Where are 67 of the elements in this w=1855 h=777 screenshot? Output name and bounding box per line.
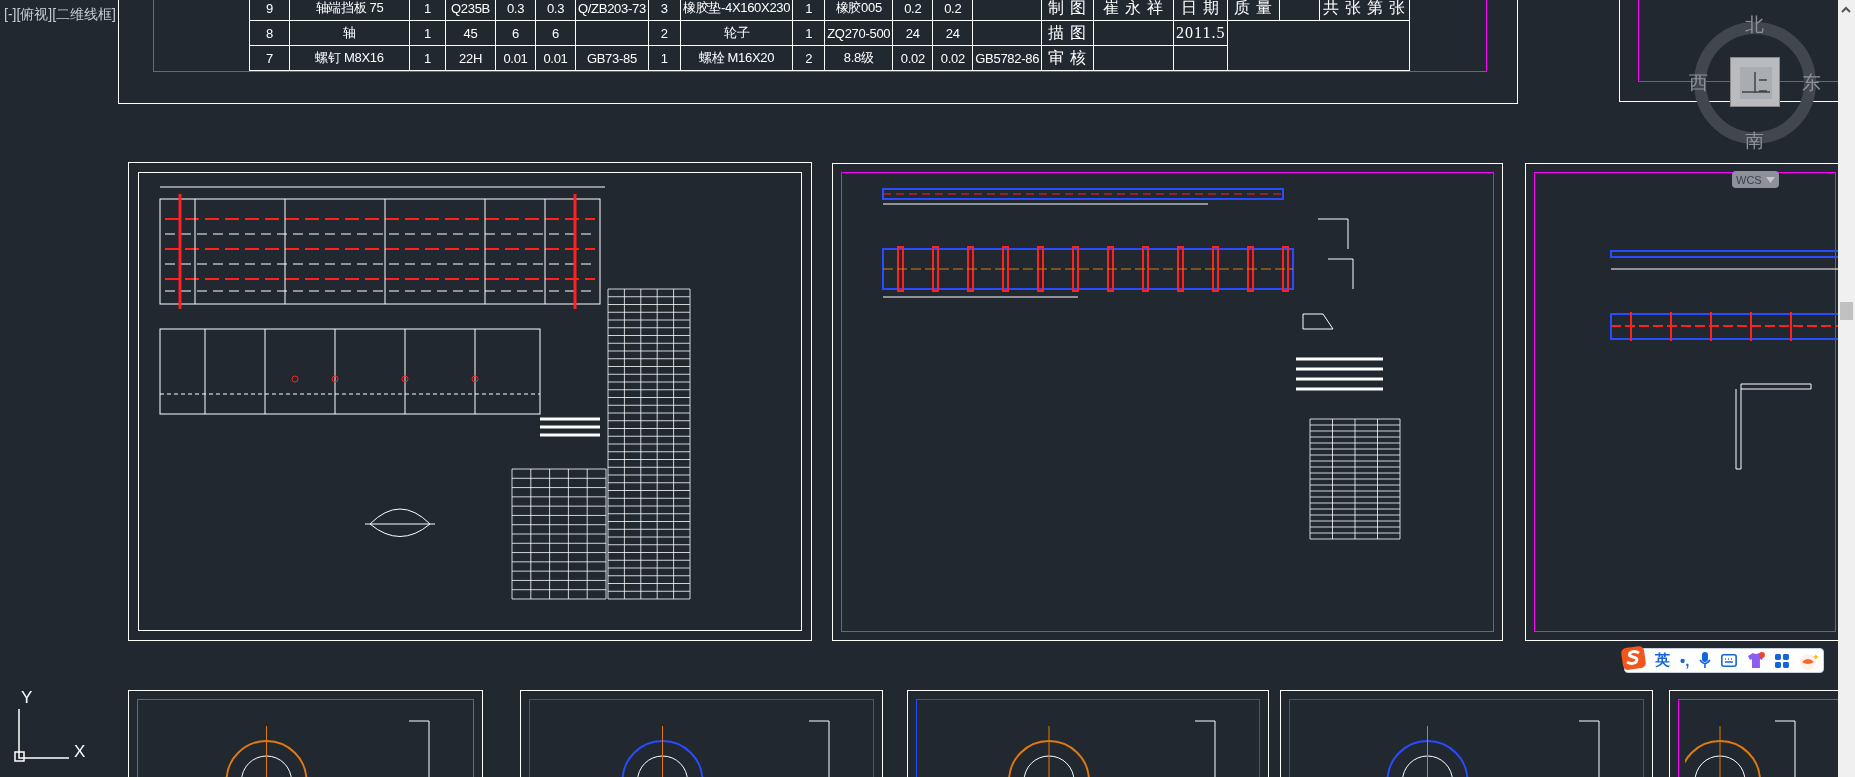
table-cell: 0.3 bbox=[535, 0, 576, 21]
table-cell: 2 bbox=[648, 20, 681, 46]
table-cell: 1 bbox=[409, 45, 446, 71]
table-cell: Q/ZB203-73 bbox=[575, 0, 649, 21]
ucs-axes-icon bbox=[14, 707, 70, 763]
table-cell: 0.3 bbox=[495, 0, 536, 21]
keyboard-icon[interactable] bbox=[1721, 654, 1738, 667]
table-cell: 螺钉 M8X16 bbox=[289, 45, 410, 71]
compass-label[interactable]: 西 bbox=[1689, 70, 1708, 96]
table-cell: 1 bbox=[409, 0, 446, 21]
compass-label[interactable]: 南 bbox=[1745, 128, 1764, 154]
logo-icon[interactable] bbox=[1621, 645, 1647, 671]
table-cell: 6 bbox=[535, 20, 576, 46]
table-cell: 6 bbox=[495, 20, 536, 46]
viewport-label[interactable]: [-][俯视][二维线框] bbox=[4, 6, 116, 24]
table-cell: Q235B bbox=[445, 0, 496, 21]
table-cell: 1 bbox=[792, 0, 825, 21]
table-cell: 2011.5 bbox=[1173, 20, 1228, 46]
axis-label: X bbox=[74, 742, 86, 762]
scrollbar-thumb[interactable] bbox=[1840, 302, 1853, 320]
table-cell: 0.2 bbox=[892, 0, 933, 21]
table-cell: 共 张 第 张 bbox=[1320, 0, 1410, 21]
compass-label[interactable]: 东 bbox=[1802, 70, 1821, 96]
table-cell: 22H bbox=[445, 45, 496, 71]
table-cell: 0.2 bbox=[932, 0, 973, 21]
table-cell: 45 bbox=[445, 20, 496, 46]
table-cell: 轴端挡板 75 bbox=[289, 0, 410, 21]
compass-label[interactable]: 北 bbox=[1745, 12, 1764, 38]
table-cell: 审 核 bbox=[1041, 45, 1094, 71]
shirt-icon[interactable] bbox=[1747, 652, 1766, 669]
table-cell: GB73-85 bbox=[575, 45, 649, 71]
table-cell: 1 bbox=[409, 20, 446, 46]
table-cell: 1 bbox=[648, 45, 681, 71]
mascot-icon[interactable] bbox=[1799, 651, 1819, 670]
table-cell: ZQ270-500 bbox=[824, 20, 893, 46]
table-cell: 8.8级 bbox=[824, 45, 893, 71]
table-cell: 0.01 bbox=[535, 45, 576, 71]
axis-label: Y bbox=[21, 688, 33, 708]
view-cube-face[interactable] bbox=[1730, 57, 1780, 107]
table-cell: 0.02 bbox=[892, 45, 933, 71]
table-cell: 1 bbox=[792, 20, 825, 46]
table-cell: 日 期 bbox=[1173, 0, 1228, 21]
table-cell: 橡胶垫-4X160X230 bbox=[680, 0, 793, 21]
table-cell: 2 bbox=[792, 45, 825, 71]
table-cell: 0.02 bbox=[932, 45, 973, 71]
table-cell: 9 bbox=[249, 0, 290, 21]
scroll-up-icon[interactable] bbox=[1841, 6, 1851, 13]
table-cell: 橡胶005 bbox=[824, 0, 893, 21]
grid-icon[interactable] bbox=[1775, 653, 1790, 668]
table-cell: 轴 bbox=[289, 20, 410, 46]
table-cell: 24 bbox=[892, 20, 933, 46]
caret-icon bbox=[1765, 176, 1775, 183]
wcs-dropdown[interactable]: WCS bbox=[1732, 171, 1779, 188]
table-cell: GB5782-86 bbox=[972, 45, 1042, 71]
punctuation-toggle[interactable]: •, bbox=[1680, 652, 1690, 669]
table-cell: 轮子 bbox=[680, 20, 793, 46]
table-cell: 24 bbox=[932, 20, 973, 46]
language-toggle[interactable]: 英 bbox=[1655, 651, 1670, 670]
table-cell: 8 bbox=[249, 20, 290, 46]
microphone-icon[interactable] bbox=[1699, 652, 1712, 669]
table-cell: 质 量 bbox=[1228, 0, 1280, 21]
table-cell: 7 bbox=[249, 45, 290, 71]
table-cell: 制 图 bbox=[1041, 0, 1094, 21]
table-cell: 螺栓 M16X20 bbox=[680, 45, 793, 71]
table-cell: 3 bbox=[648, 0, 681, 21]
table-cell: 0.01 bbox=[495, 45, 536, 71]
table-cell: 描 图 bbox=[1041, 20, 1094, 46]
